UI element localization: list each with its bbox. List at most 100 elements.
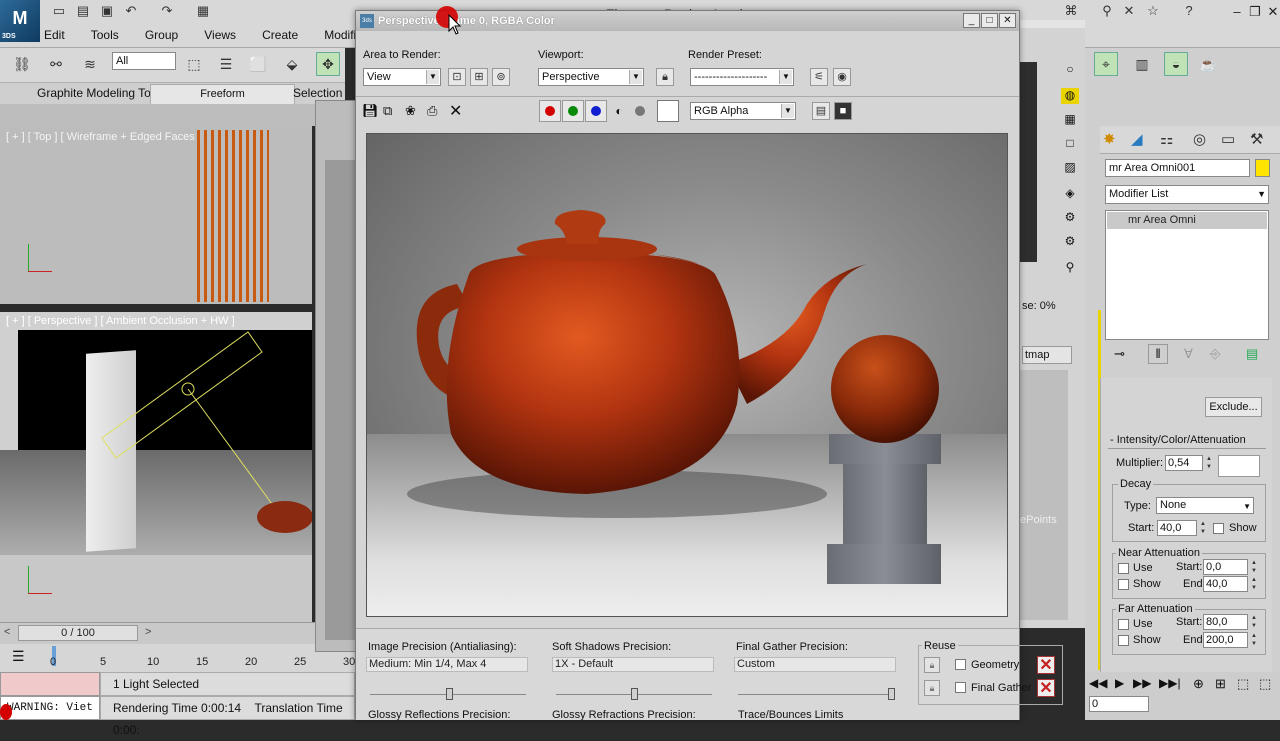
auto-region-icon[interactable]: ⊞ [470,68,488,86]
restore-icon[interactable]: ❐ [1246,4,1264,20]
ribbon-tab-graphite[interactable]: Graphite Modeling Tools [37,86,166,100]
modifier-list-dropdown[interactable]: Modifier List [1105,185,1269,204]
soft-shadows-slider[interactable] [631,688,638,700]
final-gather-field[interactable]: Custom [734,657,896,672]
object-color-swatch[interactable] [1255,159,1270,177]
zoom-extents-icon[interactable]: ⬚ [1237,676,1249,692]
move-icon[interactable]: ✥ [316,52,340,76]
select-object-icon[interactable]: ⬚ [182,52,206,76]
search-icon[interactable]: ⚲ [1098,3,1116,19]
image-precision-slider[interactable] [446,688,453,700]
image-precision-field[interactable]: Medium: Min 1/4, Max 4 [366,657,528,672]
menu-create[interactable]: Create [262,24,298,46]
lock-viewport-icon[interactable]: 🔒︎ [656,68,674,86]
background-checker-icon[interactable]: ▦ [1061,112,1079,128]
clone-window-icon[interactable]: ❀ [405,103,416,119]
print-image-icon[interactable]: ⎙ [427,103,437,119]
decay-show-checkbox[interactable] [1213,523,1224,534]
final-gather-reuse-checkbox[interactable] [955,682,966,693]
red-channel-button[interactable] [539,100,561,122]
alpha-channel-icon[interactable]: ◐ [608,100,630,122]
zoom-extents-all-icon[interactable]: ⬚ [1259,676,1271,692]
background-map-button[interactable]: tmap [1022,346,1072,364]
menu-edit[interactable]: Edit [44,24,65,46]
near-end-spinner[interactable]: 40,0 [1203,576,1248,592]
near-start-spinner[interactable]: 0,0 [1203,559,1248,575]
geometry-lock-icon[interactable]: 🔒︎ [924,657,940,673]
save-image-icon[interactable]: 💾︎ [362,103,379,119]
blue-channel-button[interactable] [585,100,607,122]
layer-manager-icon[interactable]: ▥ [1130,52,1154,76]
sample-type-icon[interactable]: ◍ [1061,88,1079,104]
window-crossing-icon[interactable]: ⬙ [280,52,304,76]
options-icon[interactable]: ⚙ [1061,210,1079,226]
near-use-checkbox[interactable] [1118,563,1129,574]
multiplier-spinner-arrows[interactable]: ▲ ▼ [1204,455,1214,471]
redo-icon[interactable]: ↷ [158,3,176,19]
region-select-icon[interactable]: ⬜ [246,52,270,76]
help-icon[interactable]: ? [1180,3,1198,19]
material-navigator-icon[interactable]: ⚲ [1061,260,1079,276]
open-file-icon[interactable]: ▤ [74,3,92,19]
light-color-swatch[interactable] [1218,455,1260,477]
multiplier-spinner[interactable]: 0,54 [1165,455,1203,471]
snap-toggle-icon[interactable]: ⌖ [1094,52,1118,76]
environment-effects-icon[interactable]: ◉ [833,68,851,86]
ribbon-tab-selection[interactable]: Selection [293,86,342,100]
far-end-spinner[interactable]: 200,0 [1203,632,1248,648]
material-editor-icon[interactable]: ◒ [1164,52,1188,76]
curve-editor-icon[interactable]: ☰ [12,648,25,665]
sample-uv-icon[interactable]: □ [1061,136,1079,152]
render-close-button[interactable]: ✕ [999,13,1016,28]
select-by-name-icon[interactable]: ☰ [214,52,238,76]
green-channel-button[interactable] [562,100,584,122]
menu-views[interactable]: Views [204,24,236,46]
save-icon[interactable]: ▣ [98,3,116,19]
motion-tab-icon[interactable]: ◎ [1193,130,1206,148]
object-name-field[interactable]: mr Area Omni001 [1105,159,1250,177]
render-preset-dropdown[interactable]: -------------------- ▼ [690,68,794,86]
hierarchy-tab-icon[interactable]: ⚏ [1160,130,1173,148]
new-file-icon[interactable]: ▭ [50,3,68,19]
intensity-rollout-title[interactable]: - Intensity/Color/Attenuation [1110,434,1246,446]
selection-filter-dropdown[interactable]: All [112,52,176,70]
prev-frame-icon[interactable]: < [4,626,10,638]
decay-start-spinner[interactable]: 40,0 [1157,520,1197,536]
viewport-dropdown[interactable]: Perspective ▼ [538,68,644,86]
sphere-icon[interactable]: ○ [1061,62,1079,78]
near-show-checkbox[interactable] [1118,579,1129,590]
toggle-ui-overlay-icon[interactable]: ▤ [812,102,830,120]
show-end-result-icon[interactable]: ‖ [1148,344,1168,364]
create-tab-icon[interactable]: ✸ [1103,130,1116,148]
near-end-arrows[interactable]: ▲ ▼ [1249,576,1259,592]
menu-tools[interactable]: Tools [91,24,119,46]
menu-group[interactable]: Group [145,24,178,46]
near-start-arrows[interactable]: ▲ ▼ [1249,559,1259,575]
far-end-arrows[interactable]: ▲ ▼ [1249,632,1259,648]
final-gather-lock-icon[interactable]: 🔒︎ [924,680,940,696]
close-icon[interactable]: ✕ [1264,4,1280,20]
select-link-icon[interactable]: ⛓ [10,52,34,76]
edit-region-icon[interactable]: ⊡ [448,68,466,86]
go-to-start-icon[interactable]: ◀◀ [1089,676,1107,690]
zoom-icon[interactable]: ⊕ [1193,676,1204,692]
unlink-icon[interactable]: ⚯ [44,52,68,76]
next-key-icon[interactable]: ▶▶ [1133,676,1151,690]
play-icon[interactable]: ▶ [1115,676,1124,690]
configure-modifier-sets-icon[interactable]: ▤ [1246,346,1258,362]
toggle-ui-icon[interactable]: ■ [834,102,852,120]
rendered-image[interactable] [366,133,1008,617]
viewport-top-label[interactable]: [ + ] [ Top ] [ Wireframe + Edged Faces … [6,131,201,143]
final-gather-slider[interactable] [888,688,895,700]
warning-line[interactable]: WARNING: Viet [0,696,100,720]
modifier-stack[interactable] [1105,210,1269,340]
modify-tab-icon[interactable]: ◢ [1131,130,1143,148]
current-frame-field[interactable]: 0 [1089,696,1149,712]
soft-shadows-field[interactable]: 1X - Default [552,657,714,672]
display-tab-icon[interactable]: ▭ [1221,130,1235,148]
render-minimize-button[interactable]: _ [963,13,980,28]
maxscript-listener[interactable] [0,672,100,696]
copy-image-icon[interactable]: ⧉ [383,103,392,119]
zoom-all-icon[interactable]: ⊞ [1215,676,1226,692]
render-maximize-button[interactable]: □ [981,13,998,28]
